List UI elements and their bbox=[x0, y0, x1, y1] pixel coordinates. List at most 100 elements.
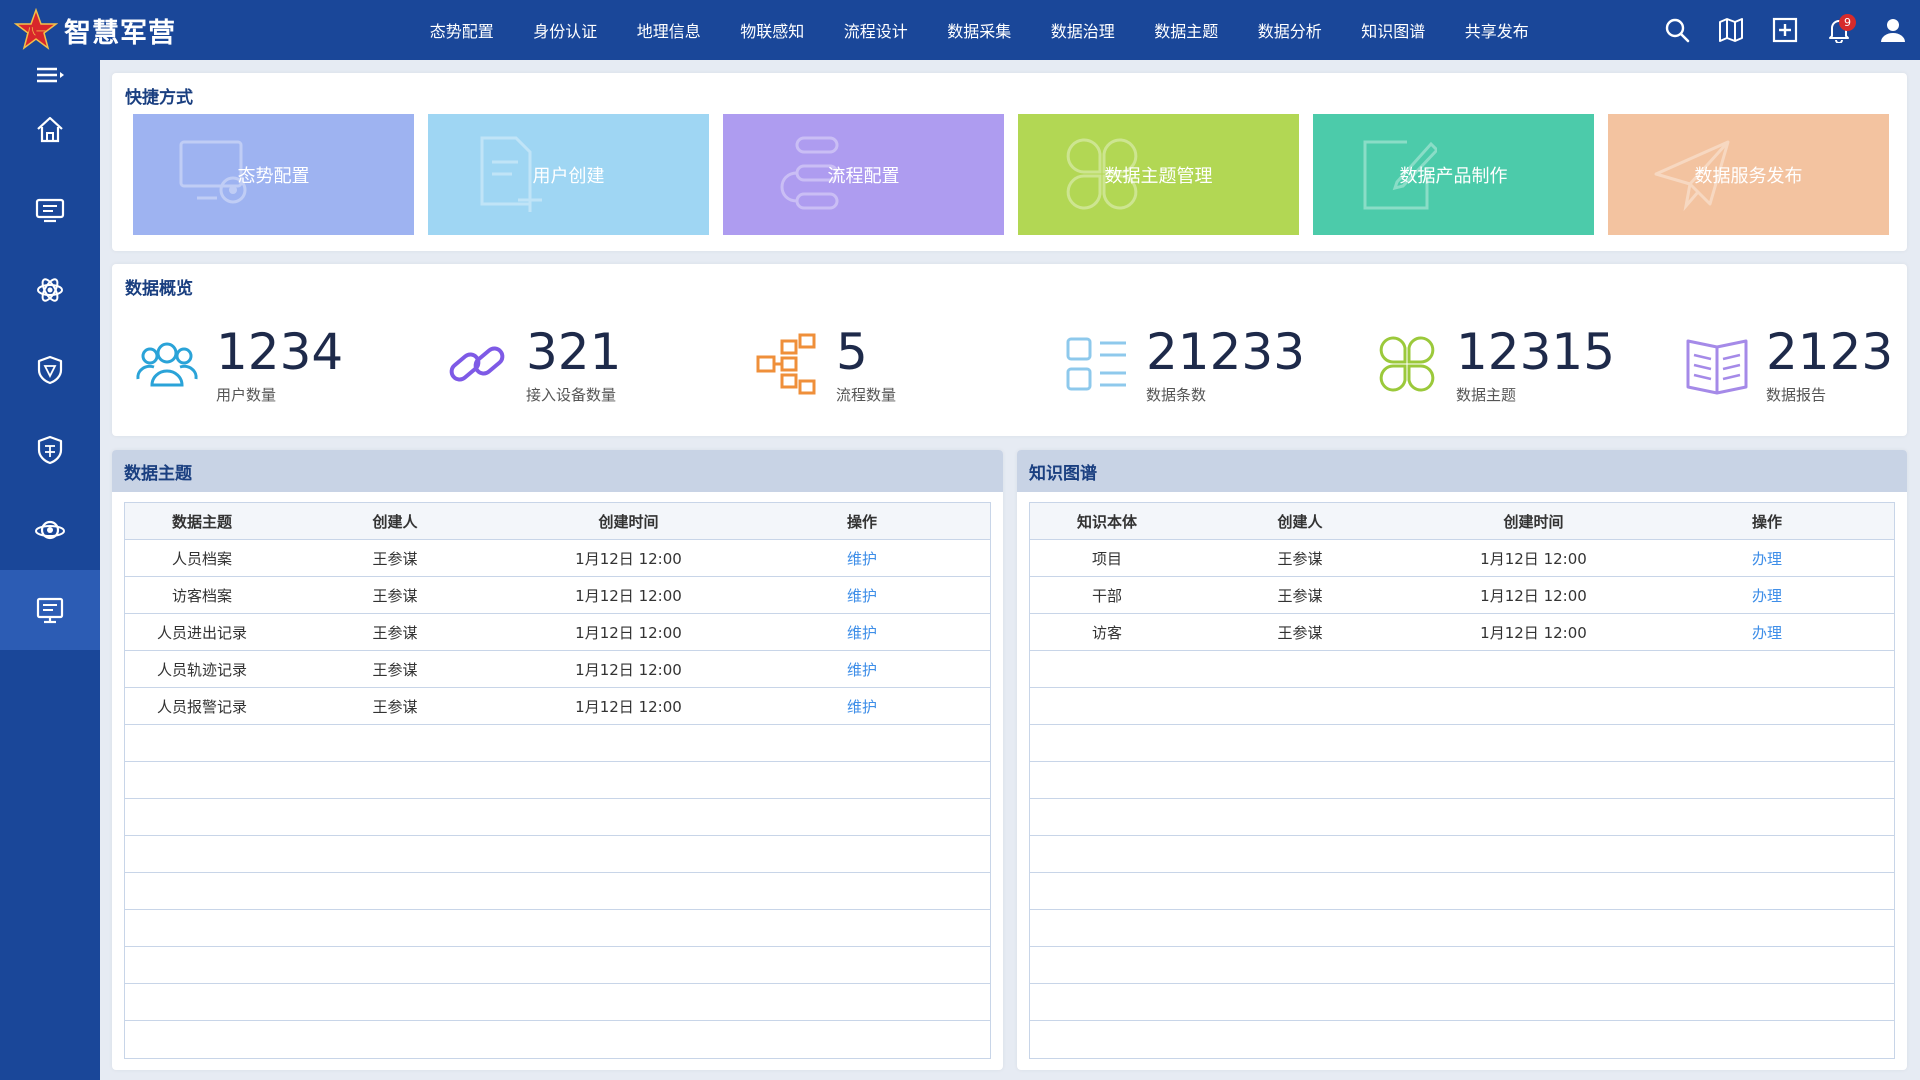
user-menu-button[interactable] bbox=[1866, 0, 1920, 60]
svg-text:八一: 八一 bbox=[26, 27, 46, 38]
shortcut-tile-data-topic-manage[interactable]: 数据主题管理 bbox=[1018, 114, 1299, 235]
row-action-link[interactable]: 办理 bbox=[1651, 622, 1883, 643]
table-row: 人员报警记录 王参谋 1月12日 12:00 维护 bbox=[125, 688, 990, 725]
sidebar-item-security[interactable] bbox=[0, 330, 100, 410]
table-row: 项目 王参谋 1月12日 12:00 办理 bbox=[1030, 540, 1894, 577]
row-action-link[interactable]: 维护 bbox=[746, 585, 978, 606]
table-cell: 1月12日 12:00 bbox=[575, 623, 682, 642]
row-action-link[interactable]: 办理 bbox=[1651, 585, 1883, 606]
nav-item-iot-sensing[interactable]: 物联感知 bbox=[721, 18, 825, 42]
table-cell: 干部 bbox=[1091, 586, 1122, 605]
shield-icon bbox=[37, 355, 63, 385]
stat-value: 2123 bbox=[1766, 322, 1894, 381]
table-cell: 王参谋 bbox=[1277, 623, 1323, 642]
notifications-button[interactable]: 9 bbox=[1812, 0, 1866, 60]
shield-protect-icon bbox=[37, 435, 63, 465]
shortcut-tile-data-product[interactable]: 数据产品制作 bbox=[1313, 114, 1594, 235]
shortcut-tile-process-config[interactable]: 流程配置 bbox=[723, 114, 1004, 235]
table-row: 访客档案 王参谋 1月12日 12:00 维护 bbox=[125, 577, 990, 614]
nav-item-identity-auth[interactable]: 身份认证 bbox=[514, 18, 618, 42]
table-cell: 王参谋 bbox=[372, 623, 418, 642]
nav-item-knowledge-graph[interactable]: 知识图谱 bbox=[1342, 18, 1446, 42]
stat-processes: 5 流程数量 bbox=[752, 319, 1062, 409]
tile-label: 数据服务发布 bbox=[1694, 165, 1803, 187]
nav-item-share-publish[interactable]: 共享发布 bbox=[1445, 18, 1549, 42]
table-row bbox=[1030, 836, 1894, 873]
nav-item-data-collection[interactable]: 数据采集 bbox=[928, 18, 1032, 42]
app-logo[interactable]: 八一 智慧军营 bbox=[0, 8, 400, 52]
overview-title: 数据概览 bbox=[125, 279, 193, 299]
column-header: 知识本体 bbox=[1076, 512, 1137, 531]
sidebar bbox=[0, 60, 100, 1080]
home-icon bbox=[37, 116, 63, 143]
map-button[interactable] bbox=[1704, 0, 1758, 60]
top-icon-group: 9 bbox=[1650, 0, 1920, 60]
stats-row: 1234 用户数量 321 接入设备数量 5 流程数量 21233 数据条数 12315… bbox=[132, 319, 1920, 409]
stat-label: 流程数量 bbox=[836, 385, 897, 404]
sidebar-item-atom[interactable] bbox=[0, 250, 100, 330]
nav-item-data-analysis[interactable]: 数据分析 bbox=[1238, 18, 1342, 42]
table-row: 干部 王参谋 1月12日 12:00 办理 bbox=[1030, 577, 1894, 614]
table-row bbox=[125, 836, 990, 873]
shortcut-tile-user-create[interactable]: 用户创建 bbox=[428, 114, 709, 235]
sidebar-toggle[interactable] bbox=[0, 60, 100, 90]
row-action-link[interactable]: 维护 bbox=[746, 548, 978, 569]
row-action-link[interactable]: 维护 bbox=[746, 622, 978, 643]
sidebar-item-satellite[interactable] bbox=[0, 490, 100, 570]
link-icon bbox=[449, 346, 505, 382]
sidebar-item-dashboard[interactable] bbox=[0, 570, 100, 650]
sidebar-item-home[interactable] bbox=[0, 90, 100, 170]
table-row bbox=[1030, 947, 1894, 984]
table-cell: 访客档案 bbox=[171, 586, 232, 605]
knowledge-graph-panel: 知识图谱 知识本体 创建人 创建时间 操作 项目 王参谋 1月12日 12:00 办理 干部 王参… bbox=[1017, 450, 1907, 1070]
book-icon bbox=[1686, 339, 1748, 395]
nav-item-data-governance[interactable]: 数据治理 bbox=[1031, 18, 1135, 42]
nav-item-situation-config[interactable]: 态势配置 bbox=[410, 18, 514, 42]
sidebar-item-protect[interactable] bbox=[0, 410, 100, 490]
table-cell: 1月12日 12:00 bbox=[1480, 623, 1587, 642]
table-row bbox=[125, 799, 990, 836]
users-icon bbox=[136, 342, 198, 387]
search-button[interactable] bbox=[1650, 0, 1704, 60]
stat-reports: 2123 数据报告 bbox=[1682, 319, 1920, 409]
stat-label: 用户数量 bbox=[216, 385, 277, 404]
nav-item-geo-info[interactable]: 地理信息 bbox=[617, 18, 721, 42]
shortcut-tile-data-service-publish[interactable]: 数据服务发布 bbox=[1608, 114, 1889, 235]
add-button[interactable] bbox=[1758, 0, 1812, 60]
stat-value: 12315 bbox=[1456, 322, 1616, 381]
column-header: 创建人 bbox=[372, 512, 418, 531]
table-row bbox=[1030, 1021, 1894, 1058]
shortcut-tile-situation-config[interactable]: 态势配置 bbox=[133, 114, 414, 235]
knowledge-graph-title: 知识图谱 bbox=[1029, 463, 1097, 484]
menu-collapse-icon bbox=[37, 67, 64, 83]
tile-label: 用户创建 bbox=[532, 165, 605, 187]
data-topics-panel: 数据主题 数据主题 创建人 创建时间 操作 人员档案 王参谋 1月12日 12:00 维护 访客… bbox=[112, 450, 1003, 1070]
table-row bbox=[125, 873, 990, 910]
top-bar: 八一 智慧军营 态势配置 身份认证 地理信息 物联感知 流程设计 数据采集 数据… bbox=[0, 0, 1920, 60]
table-cell: 1月12日 12:00 bbox=[1480, 549, 1587, 568]
four-petal-icon bbox=[1379, 336, 1435, 392]
table-header-row: 知识本体 创建人 创建时间 操作 bbox=[1030, 503, 1894, 540]
table-cell: 1月12日 12:00 bbox=[1480, 586, 1587, 605]
table-cell: 王参谋 bbox=[372, 660, 418, 679]
nav-item-process-design[interactable]: 流程设计 bbox=[824, 18, 928, 42]
table-row: 人员轨迹记录 王参谋 1月12日 12:00 维护 bbox=[125, 651, 990, 688]
hierarchy-icon bbox=[756, 333, 816, 395]
search-icon bbox=[1665, 18, 1690, 43]
red-star-icon: 八一 bbox=[14, 8, 58, 50]
tile-label: 数据产品制作 bbox=[1399, 165, 1508, 187]
table-row bbox=[1030, 873, 1894, 910]
table-cell: 1月12日 12:00 bbox=[575, 549, 682, 568]
sidebar-item-monitor[interactable] bbox=[0, 170, 100, 250]
stat-label: 数据条数 bbox=[1146, 385, 1207, 404]
row-action-link[interactable]: 维护 bbox=[746, 696, 978, 717]
table-row bbox=[1030, 984, 1894, 1021]
tile-label: 态势配置 bbox=[237, 165, 310, 187]
app-title: 智慧军营 bbox=[64, 17, 176, 49]
column-header: 创建时间 bbox=[1503, 512, 1564, 531]
nav-item-data-topics[interactable]: 数据主题 bbox=[1135, 18, 1239, 42]
row-action-link[interactable]: 维护 bbox=[746, 659, 978, 680]
stat-value: 1234 bbox=[216, 322, 344, 381]
row-action-link[interactable]: 办理 bbox=[1651, 548, 1883, 569]
stat-value: 321 bbox=[526, 322, 622, 381]
